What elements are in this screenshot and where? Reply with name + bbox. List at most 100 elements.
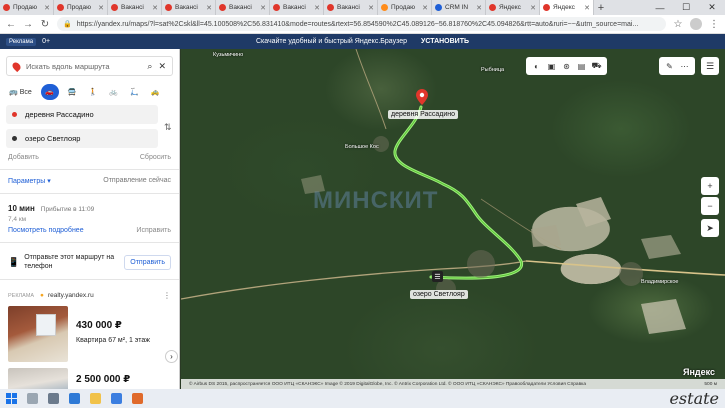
mode-walk[interactable]: 🚶	[86, 84, 101, 100]
zoom-out-icon[interactable]: −	[701, 197, 719, 215]
yandex-logo: Яндекс	[683, 367, 715, 377]
map-watermark: МИНСКИТ	[313, 187, 439, 214]
end-marker-icon[interactable]: ☰	[432, 271, 443, 282]
mode-all[interactable]: 🚌 Все	[6, 84, 35, 100]
profile-avatar[interactable]	[690, 18, 702, 30]
install-button[interactable]: УСТАНОВИТЬ	[421, 38, 469, 45]
map-label-to[interactable]: озеро Светлояр	[410, 290, 468, 299]
tab-title: Вакансі	[121, 4, 144, 11]
mode-car[interactable]: 🚗	[40, 84, 59, 100]
listing-photo[interactable]	[8, 306, 68, 362]
browser-tab[interactable]: Продаю ✕	[0, 0, 54, 15]
listing-photo[interactable]	[8, 368, 68, 389]
promo-text[interactable]: Скачайте удобный и быстрый Яндекс.Браузе…	[256, 38, 407, 45]
mode-transit[interactable]: 🚍	[65, 84, 80, 100]
user-menu-icon[interactable]: ☰	[701, 57, 719, 75]
end-dot-icon	[12, 136, 17, 141]
tab-close-icon[interactable]: ✕	[44, 4, 50, 12]
browser-tab[interactable]: Яндекс ✕	[486, 0, 540, 15]
search-taskbar-icon[interactable]	[27, 393, 38, 404]
star-icon[interactable]: ☆	[673, 19, 683, 30]
tab-close-icon[interactable]: ✕	[98, 4, 104, 12]
satellite-map[interactable]: МИНСКИТ деревня Рассадино ☰ озеро Светло…	[181, 49, 725, 389]
browser-tab[interactable]: Вакансі ✕	[216, 0, 270, 15]
chrome-icon[interactable]	[132, 393, 143, 404]
browser-tab[interactable]: Вакансі ✕	[108, 0, 162, 15]
tab-close-icon[interactable]: ✕	[206, 4, 212, 12]
browser-tab[interactable]: Продаю ✕	[54, 0, 108, 15]
listing-card[interactable]: 430 000 ₽ Квартира 67 м², 1 этаж	[8, 306, 171, 362]
waypoint-from[interactable]: деревня Рассадино	[6, 105, 158, 124]
waypoint-to-text: озеро Светлояр	[25, 134, 81, 143]
start-marker-icon[interactable]	[416, 89, 428, 105]
edge-icon[interactable]	[69, 393, 80, 404]
tab-close-icon[interactable]: ✕	[422, 4, 428, 12]
panorama-icon[interactable]: ▣	[544, 62, 559, 71]
ruler-icon[interactable]: ✎	[662, 62, 677, 71]
traffic-icon[interactable]: ⊛	[559, 62, 574, 71]
new-tab-button[interactable]: +	[594, 0, 608, 15]
tab-close-icon[interactable]: ✕	[152, 4, 158, 12]
route-search-box[interactable]: Искать вдоль маршрута ⌕ ✕	[6, 56, 173, 76]
tab-close-icon[interactable]: ✕	[584, 4, 590, 12]
tab-title: Продаю	[67, 4, 92, 11]
add-waypoint-link[interactable]: Добавить	[8, 154, 39, 161]
chevron-right-icon[interactable]: ›	[165, 350, 178, 363]
listing-card[interactable]: 2 500 000 ₽	[8, 368, 171, 389]
scooter-icon: 🛴	[129, 89, 139, 96]
forward-icon[interactable]: →	[23, 19, 33, 30]
mode-scooter[interactable]: 🛴	[127, 84, 142, 100]
menu-icon[interactable]: ⋮	[709, 19, 719, 30]
browser-tab[interactable]: Вакансі ✕	[162, 0, 216, 15]
tab-close-icon[interactable]: ✕	[368, 4, 374, 12]
route-search-input[interactable]: Искать вдоль маршрута	[26, 62, 141, 71]
back-icon[interactable]: ←	[6, 19, 16, 30]
mode-taxi[interactable]: 🚕	[148, 84, 163, 100]
realty-logo-icon: ●	[40, 292, 44, 299]
close-icon[interactable]: ✕	[158, 61, 166, 72]
reset-link[interactable]: Сбросить	[140, 154, 171, 161]
waypoint-to[interactable]: озеро Светлояр	[6, 129, 158, 148]
tab-close-icon[interactable]: ✕	[530, 4, 536, 12]
minimize-icon[interactable]: —	[647, 0, 673, 15]
close-window-icon[interactable]: ✕	[699, 0, 725, 15]
mode-bike[interactable]: 🚲	[106, 84, 121, 100]
route-time: 10 мин	[8, 204, 35, 213]
route-summary[interactable]: 10 мин Прибытие в 11:09 7,4 км Посмотрет…	[8, 204, 171, 234]
tab-close-icon[interactable]: ✕	[476, 4, 482, 12]
favicon-icon	[57, 4, 64, 11]
fix-link[interactable]: Исправить	[136, 227, 171, 234]
map-label-from[interactable]: деревня Рассадино	[388, 110, 459, 119]
tab-close-icon[interactable]: ✕	[314, 4, 320, 12]
layers-icon[interactable]: ◐	[529, 62, 544, 71]
browser-tab[interactable]: Вакансі ✕	[324, 0, 378, 15]
store-icon[interactable]	[111, 393, 122, 404]
tab-close-icon[interactable]: ✕	[260, 4, 266, 12]
url-field[interactable]: 🔒 https://yandex.ru/maps/?l=sat%2Cskl&ll…	[57, 17, 666, 31]
parking-icon[interactable]: ⛟	[589, 61, 604, 71]
zoom-in-icon[interactable]: +	[701, 177, 719, 195]
swap-icon[interactable]: ⇅	[164, 122, 172, 133]
ad-site[interactable]: realty.yandex.ru	[48, 292, 159, 299]
reload-icon[interactable]: ↻	[40, 19, 50, 30]
search-icon[interactable]: ⌕	[147, 61, 152, 72]
depart-time[interactable]: Отправление сейчас	[103, 177, 171, 185]
favicon-icon	[3, 4, 10, 11]
params-dropdown[interactable]: Параметры ▾	[8, 177, 51, 185]
explorer-icon[interactable]	[90, 393, 101, 404]
send-button[interactable]: Отправить	[124, 254, 171, 270]
browser-tab[interactable]: Яндекс ✕	[540, 0, 594, 15]
tab-title: CRM IN	[445, 4, 469, 11]
transit-layer-icon[interactable]: ▤	[574, 62, 589, 71]
windows-start-icon[interactable]	[6, 393, 17, 404]
more-tools-icon[interactable]: ⋯	[677, 62, 692, 71]
maximize-icon[interactable]: ☐	[673, 0, 699, 15]
browser-tab[interactable]: CRM IN ✕	[432, 0, 486, 15]
details-link[interactable]: Посмотреть подробнее	[8, 227, 84, 234]
task-view-icon[interactable]	[48, 393, 59, 404]
browser-tab[interactable]: Продаю ✕	[378, 0, 432, 15]
geolocation-icon[interactable]: ➤	[701, 219, 719, 237]
more-icon[interactable]: ⋮	[163, 291, 171, 300]
browser-tab[interactable]: Вакансі ✕	[270, 0, 324, 15]
favicon-icon	[327, 4, 334, 11]
